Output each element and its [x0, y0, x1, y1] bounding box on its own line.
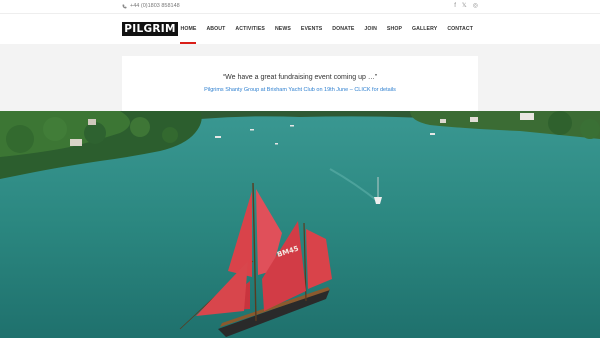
nav-item-about[interactable]: ABOUT	[201, 14, 230, 44]
top-bar: +44 (0)1803 858148 f 𝕏 ◎	[0, 0, 600, 14]
nav-item-home[interactable]: HOME	[175, 14, 201, 44]
main-nav: HOME ABOUT ACTIVITIES NEWS EVENTS DONATE JOIN S…	[175, 14, 478, 44]
site-header: PILGRIM HOME ABOUT ACTIVITIES NEWS EVENTS DON…	[0, 14, 600, 44]
nav-item-donate[interactable]: DONATE	[327, 14, 359, 44]
announcement-quote: “We have a great fundraising event comin…	[222, 74, 378, 81]
site-logo[interactable]: PILGRIM	[122, 22, 178, 36]
nav-item-gallery[interactable]: GALLERY	[407, 14, 442, 44]
nav-item-news[interactable]: NEWS	[270, 14, 296, 44]
nav-item-contact[interactable]: CONTACT	[442, 14, 478, 44]
nav-item-events[interactable]: EVENTS	[296, 14, 327, 44]
phone-text: +44 (0)1803 858148	[130, 3, 180, 9]
instagram-icon[interactable]: ◎	[473, 3, 478, 10]
social-links: f 𝕏 ◎	[454, 3, 478, 10]
nav-item-activities[interactable]: ACTIVITIES	[230, 14, 270, 44]
hero-photo: BM45	[0, 111, 600, 338]
hero-image: BM45	[0, 111, 600, 338]
announcement-card: “We have a great fundraising event comin…	[122, 56, 478, 111]
x-icon[interactable]: 𝕏	[462, 3, 467, 10]
announcement-link[interactable]: Pilgrims Shanty Group at Brixham Yacht C…	[122, 87, 478, 93]
facebook-icon[interactable]: f	[454, 3, 456, 10]
phone-icon	[122, 4, 127, 8]
nav-item-shop[interactable]: SHOP	[382, 14, 407, 44]
phone-number[interactable]: +44 (0)1803 858148	[122, 3, 180, 9]
nav-item-join[interactable]: JOIN	[359, 14, 382, 44]
